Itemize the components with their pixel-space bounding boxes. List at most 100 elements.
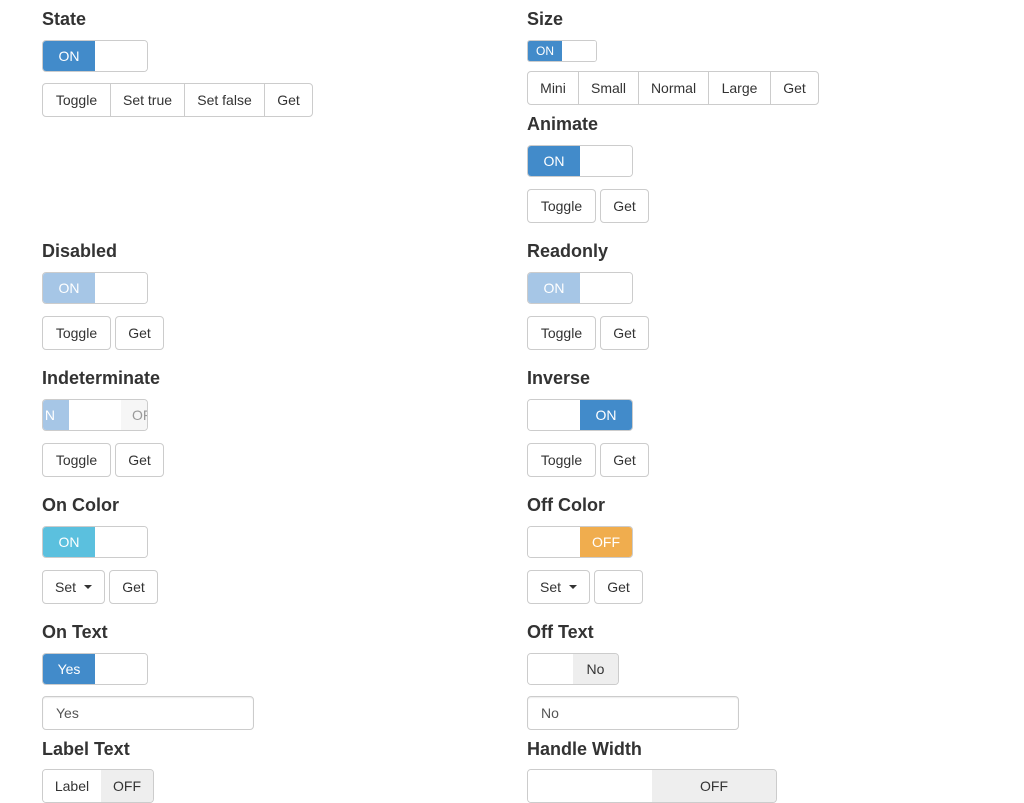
switch-handle[interactable] — [528, 654, 573, 684]
off-text-section: Off Text No — [527, 622, 827, 732]
set-label: Set — [540, 579, 562, 595]
get-button[interactable]: Get — [594, 570, 643, 604]
indeterminate-switch[interactable]: N OF — [42, 399, 148, 431]
animate-buttons: Toggle Get — [527, 189, 653, 223]
toggle-button[interactable]: Toggle — [527, 443, 596, 477]
on-color-buttons: Set Get — [42, 570, 162, 604]
switch-on-label: ON — [43, 41, 95, 71]
state-title: State — [42, 9, 87, 29]
size-button-group: Mini Small Normal Large Get — [527, 71, 819, 105]
set-label: Set — [55, 579, 77, 595]
get-button[interactable]: Get — [770, 71, 819, 105]
get-button[interactable]: Get — [600, 189, 649, 223]
switch-handle[interactable] — [95, 654, 147, 684]
handle-width-switch[interactable]: OFF — [527, 769, 777, 803]
toggle-button[interactable]: Toggle — [42, 443, 111, 477]
off-text-switch[interactable]: No — [527, 653, 619, 685]
get-button[interactable]: Get — [115, 443, 164, 477]
switch-on-label: N — [43, 400, 69, 430]
inverse-switch[interactable]: ON — [527, 399, 633, 431]
set-dropdown-button[interactable]: Set — [42, 570, 105, 604]
toggle-button[interactable]: Toggle — [527, 316, 596, 350]
indeterminate-buttons: Toggle Get — [42, 443, 168, 477]
mini-button[interactable]: Mini — [527, 71, 579, 105]
on-color-switch[interactable]: ON — [42, 526, 148, 558]
inverse-buttons: Toggle Get — [527, 443, 653, 477]
set-false-button[interactable]: Set false — [184, 83, 265, 117]
switch-on-label: ON — [528, 146, 580, 176]
size-section: Size ON Mini Small Normal Large Get — [527, 9, 827, 109]
on-text-section: On Text Yes — [42, 622, 342, 732]
small-button[interactable]: Small — [578, 71, 639, 105]
switch-handle[interactable] — [528, 527, 580, 557]
animate-switch[interactable]: ON — [527, 145, 633, 177]
toggle-button[interactable]: Toggle — [527, 189, 596, 223]
inverse-title: Inverse — [527, 368, 591, 388]
switch-off-label: OF — [121, 400, 147, 430]
caret-down-icon — [84, 585, 93, 589]
switch-handle[interactable] — [528, 770, 652, 802]
large-button[interactable]: Large — [708, 71, 771, 105]
switch-handle[interactable] — [95, 527, 147, 557]
indeterminate-title: Indeterminate — [42, 368, 161, 388]
on-text-input[interactable] — [42, 696, 254, 730]
switch-handle[interactable] — [95, 41, 147, 71]
on-text-title: On Text — [42, 622, 108, 642]
disabled-section: Disabled ON Toggle Get — [42, 241, 342, 351]
switch-on-label: ON — [580, 400, 632, 430]
switch-handle — [95, 273, 147, 303]
get-button[interactable]: Get — [109, 570, 158, 604]
switch-on-label: ON — [528, 41, 562, 61]
switch-off-label: No — [573, 654, 618, 684]
off-text-title: Off Text — [527, 622, 594, 642]
off-color-buttons: Set Get — [527, 570, 647, 604]
switch-label[interactable]: Label — [43, 770, 101, 802]
readonly-section: Readonly ON Toggle Get — [527, 241, 827, 351]
label-text-section: Label Text Label OFF — [42, 739, 342, 803]
set-dropdown-button[interactable]: Set — [527, 570, 590, 604]
off-color-section: Off Color OFF Set Get — [527, 495, 827, 605]
off-color-title: Off Color — [527, 495, 605, 515]
switch-handle[interactable] — [528, 400, 580, 430]
off-text-input[interactable] — [527, 696, 739, 730]
caret-down-icon — [569, 585, 578, 589]
switch-handle[interactable] — [562, 41, 596, 61]
switch-handle[interactable] — [69, 400, 121, 430]
animate-section: Animate ON Toggle Get — [527, 114, 827, 224]
switch-handle[interactable] — [580, 146, 632, 176]
readonly-buttons: Toggle Get — [527, 316, 653, 350]
get-button[interactable]: Get — [600, 316, 649, 350]
size-title: Size — [527, 9, 564, 29]
switch-on-label: Yes — [43, 654, 95, 684]
handle-width-title: Handle Width — [527, 739, 642, 759]
switch-on-label: ON — [43, 273, 95, 303]
off-color-switch[interactable]: OFF — [527, 526, 633, 558]
on-color-title: On Color — [42, 495, 119, 515]
state-section: State ON Toggle Set true Set false Get — [42, 9, 342, 119]
toggle-button[interactable]: Toggle — [42, 83, 111, 117]
on-text-switch[interactable]: Yes — [42, 653, 148, 685]
animate-title: Animate — [527, 114, 599, 134]
set-true-button[interactable]: Set true — [110, 83, 185, 117]
switch-off-label: OFF — [652, 770, 776, 802]
readonly-switch: ON — [527, 272, 633, 304]
switch-on-label: ON — [528, 273, 580, 303]
normal-button[interactable]: Normal — [638, 71, 709, 105]
indeterminate-section: Indeterminate N OF Toggle Get — [42, 368, 342, 478]
switch-off-label: OFF — [580, 527, 632, 557]
get-button[interactable]: Get — [115, 316, 164, 350]
disabled-title: Disabled — [42, 241, 118, 261]
on-color-section: On Color ON Set Get — [42, 495, 342, 605]
get-button[interactable]: Get — [264, 83, 313, 117]
disabled-buttons: Toggle Get — [42, 316, 168, 350]
switch-handle — [580, 273, 632, 303]
state-switch[interactable]: ON — [42, 40, 148, 72]
toggle-button[interactable]: Toggle — [42, 316, 111, 350]
size-switch[interactable]: ON — [527, 40, 597, 62]
readonly-title: Readonly — [527, 241, 609, 261]
switch-off-label: OFF — [101, 770, 153, 802]
state-button-group: Toggle Set true Set false Get — [42, 83, 313, 117]
disabled-switch: ON — [42, 272, 148, 304]
label-text-switch[interactable]: Label OFF — [42, 769, 154, 803]
get-button[interactable]: Get — [600, 443, 649, 477]
